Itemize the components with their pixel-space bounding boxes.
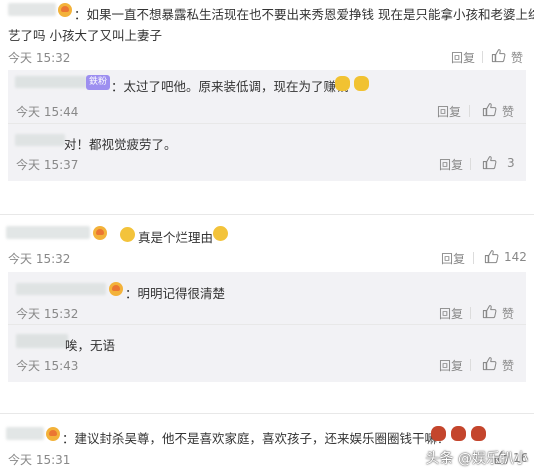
like-label[interactable]: 赞 [502, 103, 514, 120]
reply-button[interactable]: 回复 [439, 305, 463, 322]
verified-badge-icon [46, 427, 60, 441]
reply-button[interactable]: 回复 [437, 103, 461, 120]
replies-panel: ：明明记得很清楚 今天 15:32 回复 赞 唉，无语 今天 15:43 回复 … [8, 272, 526, 382]
reply-text: ：太过了吧他。原来装低调，现在为了赚钱 [111, 79, 349, 94]
username-blurred[interactable] [8, 3, 56, 16]
verified-badge-icon [93, 226, 107, 240]
thumbs-up-icon[interactable] [482, 102, 497, 117]
action-divider [470, 158, 471, 170]
reply-time: 今天 15:32 [16, 307, 79, 321]
username-blurred[interactable] [6, 226, 90, 239]
username-blurred[interactable] [16, 334, 68, 348]
laughing-emoji-icon [120, 227, 135, 242]
thumbs-up-icon[interactable] [482, 356, 497, 371]
action-divider [473, 252, 474, 264]
emoji-icon [354, 76, 369, 91]
comment-divider [0, 413, 534, 414]
reply-divider [8, 324, 526, 325]
replies-panel: 鉄粉 ：太过了吧他。原来装低调，现在为了赚钱 今天 15:44 回复 赞 对！都… [8, 70, 526, 181]
comment-text: 真是个烂理由 [138, 230, 214, 245]
angry-emoji-icon [451, 426, 466, 441]
username-blurred[interactable] [16, 283, 106, 295]
like-count[interactable]: 3 [507, 156, 515, 170]
comment-time: 今天 15:32 [8, 252, 71, 266]
like-count[interactable]: 142 [504, 250, 527, 264]
reply-text: 对！都视觉疲劳了。 [64, 137, 177, 152]
comment-time: 今天 15:32 [8, 51, 71, 65]
comment-divider [0, 214, 534, 215]
reply-button[interactable]: 回复 [451, 49, 475, 66]
comment-text: ：如果一直不想暴露私生活现在也不要出来秀恩爱挣钱 现在是只能拿小孩和老婆上综 [74, 7, 534, 22]
watermark: 头条 @娱乐扒小 [425, 451, 528, 467]
verified-badge-icon [58, 3, 72, 17]
reply-button[interactable]: 回复 [439, 357, 463, 374]
comment-text: ：建议封杀吴尊，他不是喜欢家庭，喜欢孩子，还来娱乐圈圈钱干嘛？ [62, 431, 450, 446]
like-label[interactable]: 赞 [502, 305, 514, 322]
username-blurred[interactable] [15, 134, 65, 146]
thumbs-up-icon[interactable] [484, 249, 499, 264]
reply-text: ：明明记得很清楚 [125, 286, 226, 301]
angry-emoji-icon [431, 426, 446, 441]
action-divider [469, 105, 470, 117]
verified-badge-icon [109, 282, 123, 296]
reply-time: 今天 15:43 [16, 359, 79, 373]
thumbs-up-icon[interactable] [491, 48, 506, 63]
facepalm-emoji-icon [213, 226, 228, 241]
reply-button[interactable]: 回复 [439, 156, 463, 173]
emoji-icon [335, 76, 350, 91]
action-divider [470, 307, 471, 319]
like-label[interactable]: 赞 [502, 357, 514, 374]
action-divider [482, 51, 483, 63]
reply-time: 今天 15:37 [16, 158, 79, 172]
thumbs-up-icon[interactable] [482, 304, 497, 319]
angry-emoji-icon [471, 426, 486, 441]
reply-button[interactable]: 回复 [441, 250, 465, 267]
reply-divider [8, 123, 526, 124]
reply-time: 今天 15:44 [16, 105, 79, 119]
username-blurred[interactable] [15, 76, 87, 88]
reply-text: 唉，无语 [65, 338, 116, 353]
action-divider [470, 359, 471, 371]
comment-time: 今天 15:31 [8, 453, 71, 467]
fan-badge: 鉄粉 [86, 75, 111, 90]
comment-text: 艺了吗 小孩大了又叫上妻子 [8, 28, 162, 43]
thumbs-up-icon[interactable] [482, 155, 497, 170]
username-blurred[interactable] [6, 427, 44, 440]
like-label[interactable]: 赞 [511, 49, 523, 66]
